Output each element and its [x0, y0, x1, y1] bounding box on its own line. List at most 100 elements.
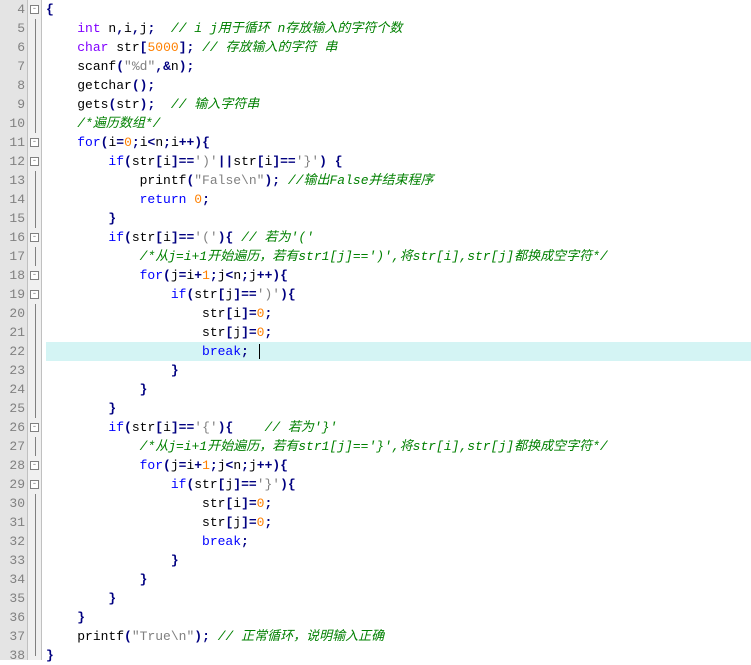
code-line[interactable]: str[j]=0;	[46, 323, 751, 342]
fold-cell	[28, 361, 41, 380]
code-line[interactable]: str[i]=0;	[46, 494, 751, 513]
code-line[interactable]: str[i]=0;	[46, 304, 751, 323]
fold-toggle-icon[interactable]: -	[30, 138, 39, 147]
token-fn: printf	[140, 173, 187, 188]
code-area[interactable]: { int n,i,j; // i j用于循环 n存放输入的字符个数 char …	[42, 0, 751, 660]
code-line[interactable]: }	[46, 646, 751, 665]
token-fn: gets	[77, 97, 108, 112]
token-op: (	[124, 420, 132, 435]
fold-toggle-icon[interactable]: -	[30, 290, 39, 299]
code-line[interactable]: }	[46, 608, 751, 627]
fold-column: - - - - - - - - -	[28, 0, 42, 660]
token-op: (	[124, 154, 132, 169]
token-op: ]=	[241, 496, 257, 511]
code-line[interactable]: /*从j=i+1开始遍历，若有str1[j]=='}',将str[i],str[…	[46, 437, 751, 456]
code-line[interactable]: printf("True\n"); // 正常循环，说明输入正确	[46, 627, 751, 646]
token-cmt: /*从j=i+1开始遍历，若有str1[j]=='}',将str[i],str[…	[140, 439, 608, 454]
fold-toggle-icon[interactable]: -	[30, 480, 39, 489]
line-number: 25	[6, 399, 25, 418]
fold-cell	[28, 494, 41, 513]
token-op: );	[264, 173, 280, 188]
code-line[interactable]: break;	[46, 532, 751, 551]
code-line[interactable]: if(str[j]=='}'){	[46, 475, 751, 494]
fold-cell	[28, 608, 41, 627]
code-line[interactable]: }	[46, 551, 751, 570]
fold-cell	[28, 38, 41, 57]
fold-toggle-icon[interactable]: -	[30, 461, 39, 470]
code-line[interactable]: if(str[i]==')'||str[i]=='}') {	[46, 152, 751, 171]
token-op: ;	[210, 458, 218, 473]
token-plain	[233, 230, 241, 245]
token-fn: printf	[77, 629, 124, 644]
code-line[interactable]: if(str[j]==')'){	[46, 285, 751, 304]
code-line[interactable]: if(str[i]=='('){ // 若为'('	[46, 228, 751, 247]
line-number: 37	[6, 627, 25, 646]
token-plain: str	[202, 325, 225, 340]
code-line[interactable]: scanf("%d",&n);	[46, 57, 751, 76]
token-op: }	[140, 572, 148, 587]
token-op: (	[163, 268, 171, 283]
line-number: 6	[6, 38, 25, 57]
code-line[interactable]: int n,i,j; // i j用于循环 n存放输入的字符个数	[46, 19, 751, 38]
token-plain: str	[202, 496, 225, 511]
code-line[interactable]: for(j=i+1;j<n;j++){	[46, 456, 751, 475]
line-number: 19	[6, 285, 25, 304]
fold-toggle-icon[interactable]: -	[30, 271, 39, 280]
fold-cell: -	[28, 0, 41, 19]
token-op: +	[194, 268, 202, 283]
code-line[interactable]: }	[46, 399, 751, 418]
code-line[interactable]: str[j]=0;	[46, 513, 751, 532]
line-number: 36	[6, 608, 25, 627]
token-cmt: // 正常循环，说明输入正确	[218, 629, 384, 644]
token-cmt: // 若为'}'	[265, 420, 338, 435]
line-number: 30	[6, 494, 25, 513]
line-number: 14	[6, 190, 25, 209]
code-line[interactable]: /*遍历数组*/	[46, 114, 751, 133]
code-line[interactable]: {	[46, 0, 751, 19]
line-number-gutter: 4567891011121314151617181920212223242526…	[0, 0, 28, 660]
code-line[interactable]: /*从j=i+1开始遍历，若有str1[j]==')',将str[i],str[…	[46, 247, 751, 266]
line-number: 32	[6, 532, 25, 551]
fold-toggle-icon[interactable]: -	[30, 157, 39, 166]
line-number: 9	[6, 95, 25, 114]
token-op: ||	[218, 154, 234, 169]
code-line[interactable]: }	[46, 361, 751, 380]
token-op: );	[140, 97, 156, 112]
token-plain: n	[233, 268, 241, 283]
code-line[interactable]: printf("False\n"); //输出False并结束程序	[46, 171, 751, 190]
token-op: ;	[210, 268, 218, 283]
code-line[interactable]: char str[5000]; // 存放输入的字符 串	[46, 38, 751, 57]
code-line[interactable]: return 0;	[46, 190, 751, 209]
fold-cell: -	[28, 228, 41, 247]
token-op: (	[124, 629, 132, 644]
token-op: ;	[264, 496, 272, 511]
code-line[interactable]: gets(str); // 输入字符串	[46, 95, 751, 114]
token-op: ]==	[233, 287, 256, 302]
token-plain: j	[249, 458, 257, 473]
line-number: 28	[6, 456, 25, 475]
token-op: ;	[264, 515, 272, 530]
fold-cell: -	[28, 133, 41, 152]
token-plain: j	[218, 268, 226, 283]
token-num: 0	[124, 135, 132, 150]
code-line[interactable]: break;	[46, 342, 751, 361]
fold-toggle-icon[interactable]: -	[30, 5, 39, 14]
token-op: );	[194, 629, 210, 644]
code-line[interactable]: }	[46, 380, 751, 399]
code-line[interactable]: if(str[i]=='{'){ // 若为'}'	[46, 418, 751, 437]
fold-toggle-icon[interactable]: -	[30, 423, 39, 432]
line-number: 8	[6, 76, 25, 95]
token-op: ]==	[171, 154, 194, 169]
code-line[interactable]: }	[46, 589, 751, 608]
fold-cell	[28, 19, 41, 38]
token-op: ;	[132, 135, 140, 150]
fold-toggle-icon[interactable]: -	[30, 233, 39, 242]
code-line[interactable]: for(j=i+1;j<n;j++){	[46, 266, 751, 285]
code-line[interactable]: }	[46, 209, 751, 228]
code-line[interactable]: }	[46, 570, 751, 589]
line-number: 15	[6, 209, 25, 228]
token-str: ')'	[257, 287, 280, 302]
code-line[interactable]: getchar();	[46, 76, 751, 95]
code-line[interactable]: for(i=0;i<n;i++){	[46, 133, 751, 152]
token-str: "True\n"	[132, 629, 194, 644]
